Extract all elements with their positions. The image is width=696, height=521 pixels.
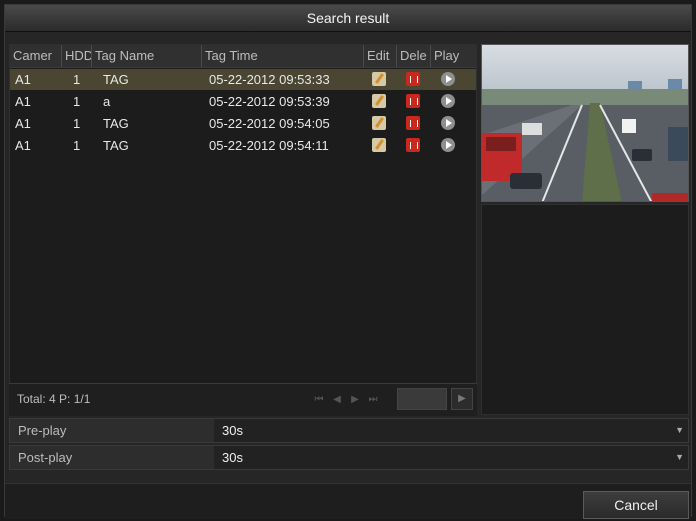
delete-icon[interactable] (406, 138, 420, 152)
tag-name-cell: TAG (103, 72, 129, 87)
post-play-value: 30s (222, 450, 243, 465)
play-icon[interactable] (441, 94, 455, 108)
next-page-icon[interactable]: ▶ (349, 394, 361, 406)
camera-cell: A1 (15, 116, 31, 131)
pre-play-select[interactable]: 30s ▼ (214, 419, 688, 442)
col-tag-time[interactable]: Tag Time (202, 45, 364, 67)
tag-time-cell: 05-22-2012 09:54:11 (209, 138, 329, 153)
last-page-icon[interactable]: ⏭ (367, 394, 379, 406)
pagination-bar: Total: 4 P: 1/1 ⏮ ◀ ▶ ⏭ ▶ (9, 383, 477, 416)
hdd-cell: 1 (73, 72, 81, 87)
table-row[interactable]: A1 1 TAG 05-22-2012 09:54:11 (10, 135, 476, 156)
first-page-icon[interactable]: ⏮ (313, 394, 325, 406)
info-panel (481, 204, 689, 415)
pre-play-row: Pre-play 30s ▼ (9, 418, 689, 443)
edit-icon[interactable] (372, 138, 386, 152)
hdd-cell: 1 (73, 116, 81, 131)
chevron-down-icon[interactable]: ▼ (675, 419, 684, 442)
cancel-button[interactable]: Cancel (583, 491, 689, 519)
col-delete[interactable]: Dele (397, 45, 431, 67)
table-header: Camer HDD Tag Name Tag Time Edit Dele Pl… (10, 45, 476, 68)
hdd-cell: 1 (73, 94, 81, 109)
camera-cell: A1 (15, 94, 31, 109)
highway-thumbnail (482, 45, 688, 201)
table-row[interactable]: A1 1 TAG 05-22-2012 09:54:05 (10, 113, 476, 134)
go-page-button[interactable]: ▶ (451, 388, 473, 410)
pre-play-value: 30s (222, 423, 243, 438)
delete-icon[interactable] (406, 116, 420, 130)
tag-time-cell: 05-22-2012 09:53:39 (209, 94, 330, 109)
tag-name-cell: TAG (103, 116, 129, 131)
video-preview (481, 44, 689, 202)
hdd-cell: 1 (73, 138, 81, 153)
prev-page-icon[interactable]: ◀ (331, 394, 343, 406)
edit-icon[interactable] (372, 116, 386, 130)
play-icon[interactable] (441, 72, 455, 86)
col-play[interactable]: Play (431, 45, 471, 67)
delete-icon[interactable] (406, 94, 420, 108)
play-icon[interactable] (441, 116, 455, 130)
pre-play-label: Pre-play (18, 423, 67, 438)
table-row[interactable]: A1 1 TAG 05-22-2012 09:53:33 (10, 69, 476, 90)
camera-cell: A1 (15, 138, 31, 153)
col-camera[interactable]: Camer (10, 45, 62, 67)
dialog-title: Search result (5, 5, 691, 32)
col-edit[interactable]: Edit (364, 45, 397, 67)
play-icon[interactable] (441, 138, 455, 152)
search-result-dialog: Search result Camer HDD Tag Name Tag Tim… (4, 4, 692, 519)
total-count: Total: 4 P: 1/1 (17, 392, 91, 406)
table-row[interactable]: A1 1 a 05-22-2012 09:53:39 (10, 91, 476, 112)
tag-name-cell: TAG (103, 138, 129, 153)
chevron-down-icon[interactable]: ▼ (675, 446, 684, 469)
delete-icon[interactable] (406, 72, 420, 86)
post-play-label: Post-play (18, 450, 73, 465)
tag-name-cell: a (103, 94, 111, 109)
tag-time-cell: 05-22-2012 09:54:05 (209, 116, 330, 131)
edit-icon[interactable] (372, 72, 386, 86)
tag-table: Camer HDD Tag Name Tag Time Edit Dele Pl… (9, 44, 477, 416)
col-tag-name[interactable]: Tag Name (92, 45, 202, 67)
post-play-select[interactable]: 30s ▼ (214, 446, 688, 469)
post-play-row: Post-play 30s ▼ (9, 445, 689, 470)
tag-time-cell: 05-22-2012 09:53:33 (209, 72, 330, 87)
page-number-input[interactable] (397, 388, 447, 410)
edit-icon[interactable] (372, 94, 386, 108)
col-hdd[interactable]: HDD (62, 45, 92, 67)
camera-cell: A1 (15, 72, 31, 87)
